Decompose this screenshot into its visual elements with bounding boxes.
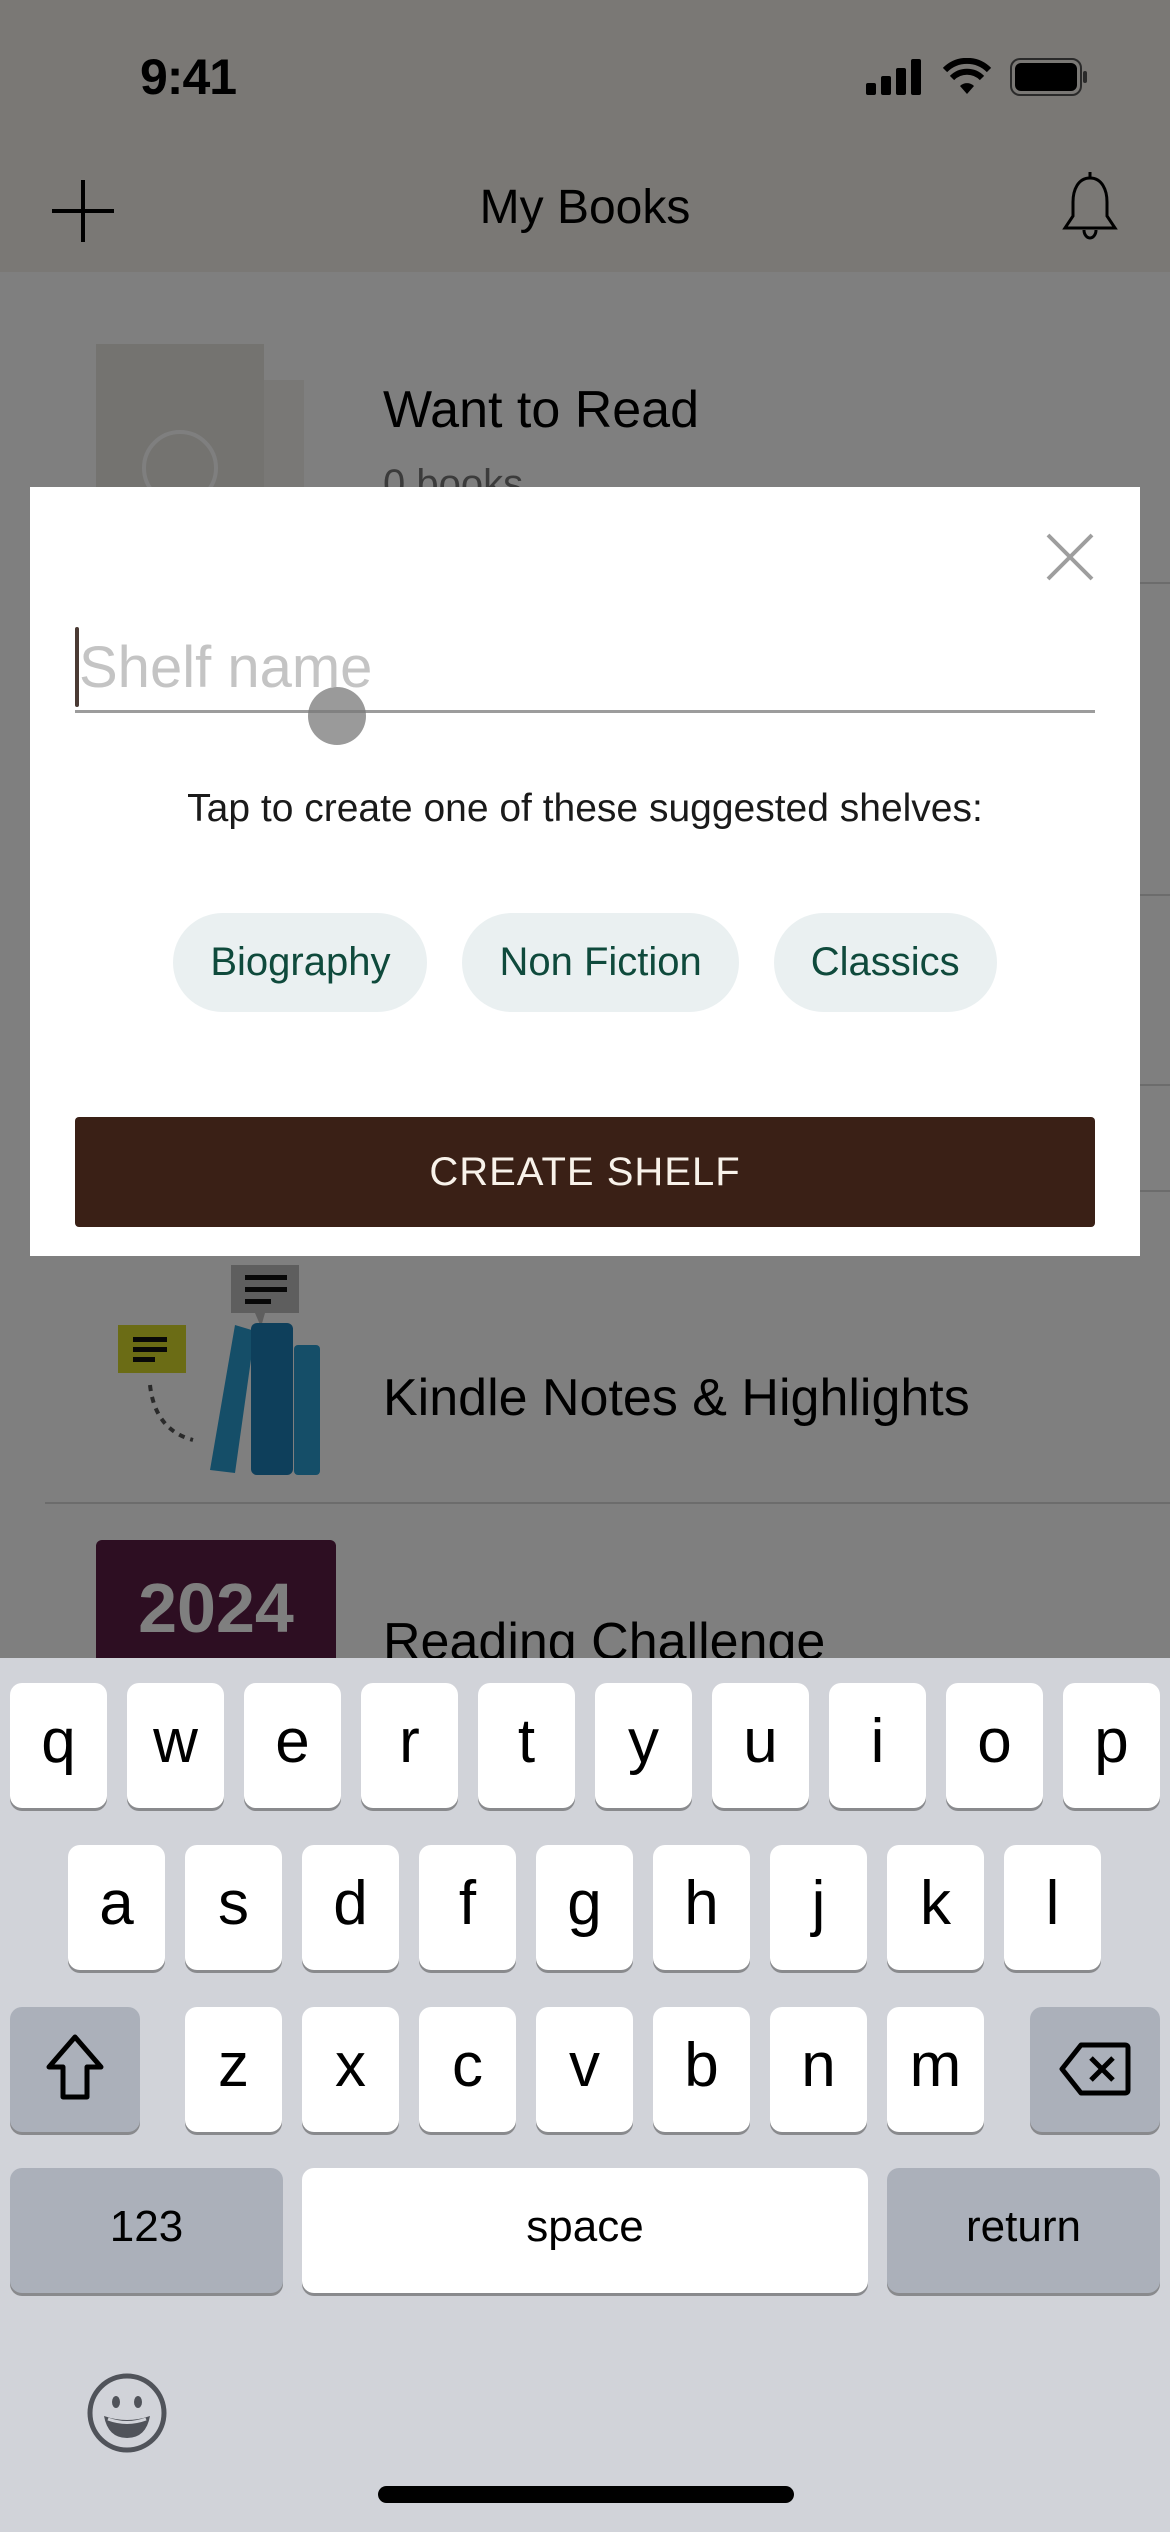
shelf-name-field[interactable]	[75, 627, 1095, 713]
touch-indicator	[308, 687, 366, 745]
create-shelf-dialog: Tap to create one of these suggested she…	[30, 487, 1140, 1256]
delete-icon	[1059, 2042, 1131, 2096]
delete-key[interactable]	[1030, 2007, 1160, 2132]
key-i[interactable]: i	[829, 1683, 926, 1808]
key-u[interactable]: u	[712, 1683, 809, 1808]
key-p[interactable]: p	[1063, 1683, 1160, 1808]
key-w[interactable]: w	[127, 1683, 224, 1808]
key-n[interactable]: n	[770, 2007, 867, 2132]
create-shelf-button[interactable]: CREATE SHELF	[75, 1117, 1095, 1227]
key-k[interactable]: k	[887, 1845, 984, 1970]
shelf-name-input[interactable]	[75, 627, 1095, 707]
key-c[interactable]: c	[419, 2007, 516, 2132]
suggestion-instruction: Tap to create one of these suggested she…	[187, 787, 983, 830]
key-r[interactable]: r	[361, 1683, 458, 1808]
key-b[interactable]: b	[653, 2007, 750, 2132]
key-a[interactable]: a	[68, 1845, 165, 1970]
key-v[interactable]: v	[536, 2007, 633, 2132]
keyboard-row-3: z x c v b n m	[0, 2007, 1170, 2132]
suggestion-chip-non-fiction[interactable]: Non Fiction	[462, 913, 739, 1012]
numbers-key[interactable]: 123	[10, 2168, 283, 2293]
home-indicator[interactable]	[378, 2486, 794, 2503]
keyboard-row-1: q w e r t y u i o p	[0, 1683, 1170, 1808]
key-f[interactable]: f	[419, 1845, 516, 1970]
key-l[interactable]: l	[1004, 1845, 1101, 1970]
key-d[interactable]: d	[302, 1845, 399, 1970]
key-e[interactable]: e	[244, 1683, 341, 1808]
key-h[interactable]: h	[653, 1845, 750, 1970]
shift-icon	[46, 2034, 104, 2100]
keyboard: q w e r t y u i o p a s d f g h j k l z …	[0, 1658, 1170, 2532]
suggested-shelves: Biography Non Fiction Classics	[30, 913, 1140, 1012]
close-icon[interactable]	[1040, 527, 1100, 587]
keyboard-row-2: a s d f g h j k l	[0, 1845, 1170, 1970]
suggestion-chip-biography[interactable]: Biography	[173, 913, 428, 1012]
key-z[interactable]: z	[185, 2007, 282, 2132]
keyboard-row-4: 123 space return	[0, 2168, 1170, 2293]
key-m[interactable]: m	[887, 2007, 984, 2132]
emoji-icon[interactable]	[86, 2372, 168, 2454]
key-t[interactable]: t	[478, 1683, 575, 1808]
key-g[interactable]: g	[536, 1845, 633, 1970]
return-key[interactable]: return	[887, 2168, 1160, 2293]
key-q[interactable]: q	[10, 1683, 107, 1808]
key-j[interactable]: j	[770, 1845, 867, 1970]
space-key[interactable]: space	[302, 2168, 868, 2293]
key-o[interactable]: o	[946, 1683, 1043, 1808]
key-x[interactable]: x	[302, 2007, 399, 2132]
shift-key[interactable]	[10, 2007, 140, 2132]
suggestion-chip-classics[interactable]: Classics	[773, 913, 997, 1012]
key-s[interactable]: s	[185, 1845, 282, 1970]
text-caret	[75, 627, 79, 707]
key-y[interactable]: y	[595, 1683, 692, 1808]
